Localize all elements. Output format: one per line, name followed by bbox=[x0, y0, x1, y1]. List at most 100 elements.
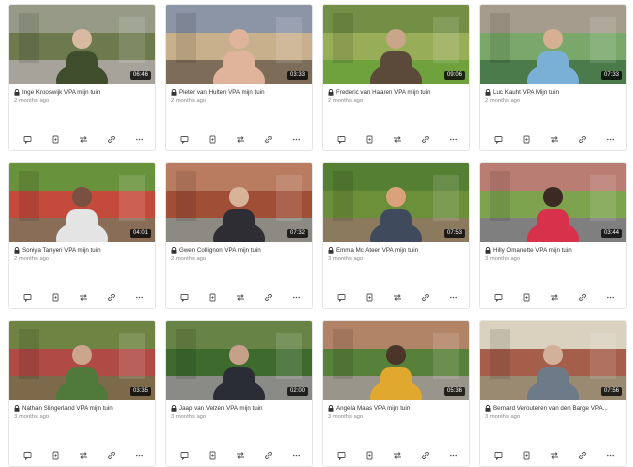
comment-icon[interactable] bbox=[21, 133, 33, 145]
video-thumbnail[interactable]: 04:01 bbox=[9, 163, 155, 242]
link-icon[interactable] bbox=[576, 133, 588, 145]
more-icon[interactable] bbox=[290, 449, 302, 461]
comment-icon[interactable] bbox=[178, 133, 190, 145]
more-icon[interactable] bbox=[447, 291, 459, 303]
video-title[interactable]: Inge Krooswijk VPA mijn tuin bbox=[14, 88, 152, 97]
duration-badge: 03:44 bbox=[600, 229, 622, 238]
more-icon[interactable] bbox=[604, 133, 616, 145]
video-thumbnail[interactable]: 03:35 bbox=[9, 321, 155, 400]
video-title[interactable]: Jaap van Velzen VPA mijn tuin bbox=[171, 404, 309, 413]
comment-icon[interactable] bbox=[178, 449, 190, 461]
video-thumbnail[interactable]: 07:32 bbox=[166, 163, 312, 242]
share-icon[interactable] bbox=[77, 449, 89, 461]
link-icon[interactable] bbox=[419, 133, 431, 145]
video-thumbnail[interactable]: 03:33 bbox=[166, 5, 312, 84]
more-icon[interactable] bbox=[133, 449, 145, 461]
link-icon[interactable] bbox=[576, 449, 588, 461]
comment-icon[interactable] bbox=[21, 449, 33, 461]
comment-icon[interactable] bbox=[492, 291, 504, 303]
transcribe-icon[interactable] bbox=[206, 449, 218, 461]
comment-icon[interactable] bbox=[492, 449, 504, 461]
transcribe-icon[interactable] bbox=[520, 291, 532, 303]
transcribe-icon[interactable] bbox=[49, 291, 61, 303]
transcribe-icon[interactable] bbox=[520, 449, 532, 461]
share-icon[interactable] bbox=[548, 291, 560, 303]
video-card[interactable]: 06:46 Inge Krooswijk VPA mijn tuin 2 mont… bbox=[8, 4, 156, 151]
transcribe-icon[interactable] bbox=[520, 133, 532, 145]
video-thumbnail[interactable]: 07:33 bbox=[480, 5, 626, 84]
video-card[interactable]: 02:00 Jaap van Velzen VPA mijn tuin 3 mon… bbox=[165, 320, 313, 467]
video-thumbnail[interactable]: 06:46 bbox=[9, 5, 155, 84]
comment-icon[interactable] bbox=[335, 291, 347, 303]
video-thumbnail[interactable]: 05:36 bbox=[323, 321, 469, 400]
video-card[interactable]: 04:01 Soniya Tanyeri VPA mijn tuin 2 mont… bbox=[8, 162, 156, 309]
video-title[interactable]: Emma Mc Ateer VPA mijn tuin bbox=[328, 246, 466, 255]
video-title[interactable]: Frederic van Haaren VPA mijn tuin bbox=[328, 88, 466, 97]
video-thumbnail[interactable]: 02:00 bbox=[166, 321, 312, 400]
video-title[interactable]: Pieter van Hulten VPA mijn tuin bbox=[171, 88, 309, 97]
video-title[interactable]: Gwen Collignon VPA mijn tuin bbox=[171, 246, 309, 255]
video-title[interactable]: Angela Maas VPA mijn tuin bbox=[328, 404, 466, 413]
share-icon[interactable] bbox=[77, 133, 89, 145]
video-actions bbox=[335, 449, 459, 461]
link-icon[interactable] bbox=[419, 449, 431, 461]
video-card[interactable]: 05:36 Angela Maas VPA mijn tuin 3 months … bbox=[322, 320, 470, 467]
share-icon[interactable] bbox=[391, 133, 403, 145]
comment-icon[interactable] bbox=[335, 133, 347, 145]
video-title[interactable]: Soniya Tanyeri VPA mijn tuin bbox=[14, 246, 152, 255]
more-icon[interactable] bbox=[604, 291, 616, 303]
more-icon[interactable] bbox=[133, 291, 145, 303]
video-card[interactable]: 07:53 Emma Mc Ateer VPA mijn tuin 3 month… bbox=[322, 162, 470, 309]
video-thumbnail[interactable]: 03:44 bbox=[480, 163, 626, 242]
share-icon[interactable] bbox=[548, 449, 560, 461]
transcribe-icon[interactable] bbox=[363, 291, 375, 303]
link-icon[interactable] bbox=[105, 449, 117, 461]
share-icon[interactable] bbox=[234, 133, 246, 145]
transcribe-icon[interactable] bbox=[206, 133, 218, 145]
video-card[interactable]: 07:56 Bernard Verouteren van den Barge V… bbox=[479, 320, 627, 467]
comment-icon[interactable] bbox=[21, 291, 33, 303]
more-icon[interactable] bbox=[604, 449, 616, 461]
more-icon[interactable] bbox=[133, 133, 145, 145]
video-thumbnail[interactable]: 07:56 bbox=[480, 321, 626, 400]
link-icon[interactable] bbox=[105, 291, 117, 303]
link-icon[interactable] bbox=[419, 291, 431, 303]
comment-icon[interactable] bbox=[335, 449, 347, 461]
share-icon[interactable] bbox=[77, 291, 89, 303]
video-thumbnail[interactable]: 09:06 bbox=[323, 5, 469, 84]
transcribe-icon[interactable] bbox=[49, 133, 61, 145]
share-icon[interactable] bbox=[234, 449, 246, 461]
share-icon[interactable] bbox=[548, 133, 560, 145]
video-card[interactable]: 03:33 Pieter van Hulten VPA mijn tuin 2 m… bbox=[165, 4, 313, 151]
video-thumbnail[interactable]: 07:53 bbox=[323, 163, 469, 242]
transcribe-icon[interactable] bbox=[206, 291, 218, 303]
share-icon[interactable] bbox=[391, 291, 403, 303]
more-icon[interactable] bbox=[290, 133, 302, 145]
link-icon[interactable] bbox=[576, 291, 588, 303]
more-icon[interactable] bbox=[447, 133, 459, 145]
video-title[interactable]: Luc Kauht VPA Mijn tuin bbox=[485, 88, 623, 97]
link-icon[interactable] bbox=[262, 133, 274, 145]
video-title[interactable]: Bernard Verouteren van den Barge VPA... bbox=[485, 404, 623, 413]
video-actions bbox=[335, 133, 459, 145]
more-icon[interactable] bbox=[447, 449, 459, 461]
video-card[interactable]: 03:44 Hilly Omanette VPA mijn tuin 3 mont… bbox=[479, 162, 627, 309]
transcribe-icon[interactable] bbox=[363, 449, 375, 461]
link-icon[interactable] bbox=[262, 291, 274, 303]
lock-icon bbox=[485, 89, 493, 96]
transcribe-icon[interactable] bbox=[49, 449, 61, 461]
comment-icon[interactable] bbox=[178, 291, 190, 303]
video-card[interactable]: 03:35 Nathan Slingerland VPA mijn tuin 3 … bbox=[8, 320, 156, 467]
video-card[interactable]: 09:06 Frederic van Haaren VPA mijn tuin 2… bbox=[322, 4, 470, 151]
link-icon[interactable] bbox=[262, 449, 274, 461]
link-icon[interactable] bbox=[105, 133, 117, 145]
share-icon[interactable] bbox=[391, 449, 403, 461]
comment-icon[interactable] bbox=[492, 133, 504, 145]
video-card[interactable]: 07:32 Gwen Collignon VPA mijn tuin 2 mont… bbox=[165, 162, 313, 309]
share-icon[interactable] bbox=[234, 291, 246, 303]
more-icon[interactable] bbox=[290, 291, 302, 303]
video-title[interactable]: Nathan Slingerland VPA mijn tuin bbox=[14, 404, 152, 413]
video-title[interactable]: Hilly Omanette VPA mijn tuin bbox=[485, 246, 623, 255]
video-card[interactable]: 07:33 Luc Kauht VPA Mijn tuin 2 months ag… bbox=[479, 4, 627, 151]
transcribe-icon[interactable] bbox=[363, 133, 375, 145]
